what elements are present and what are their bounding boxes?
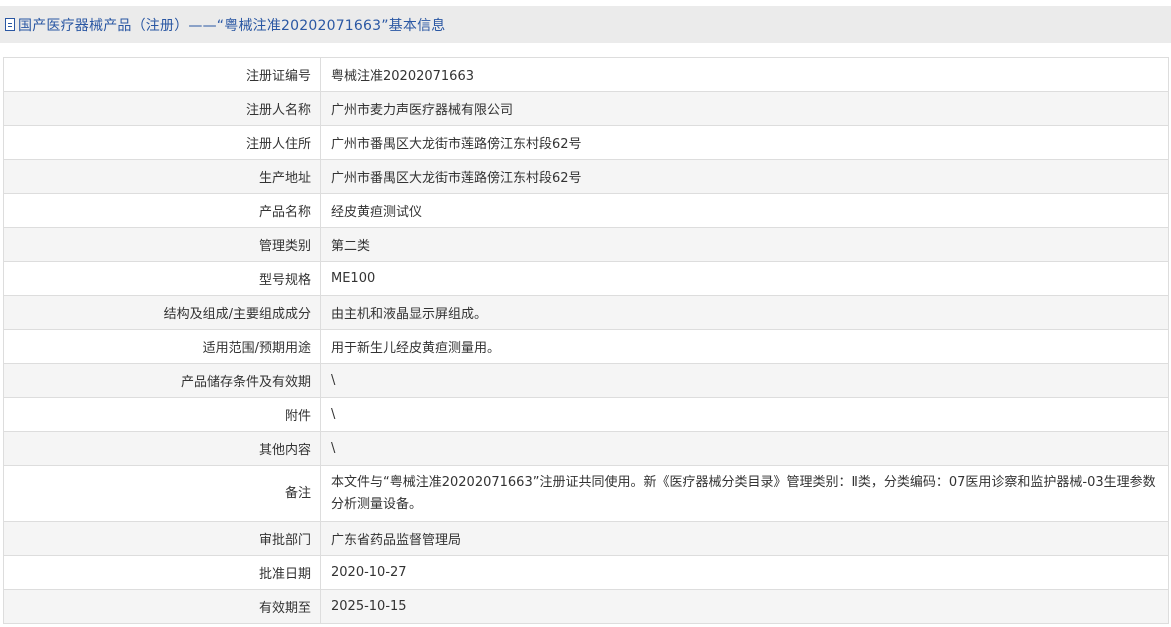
- table-row: 适用范围/预期用途 用于新生儿经皮黄疸测量用。: [3, 329, 1169, 364]
- row-label: 结构及组成/主要组成成分: [3, 295, 321, 330]
- row-value: 广州市番禺区大龙街市莲路傍江东村段62号: [320, 125, 1169, 160]
- row-label: 注册证编号: [3, 57, 321, 92]
- row-value: 用于新生儿经皮黄疸测量用。: [320, 329, 1169, 364]
- table-row: 注册人名称 广州市麦力声医疗器械有限公司: [3, 91, 1169, 126]
- row-value: ME100: [320, 261, 1169, 296]
- row-value: 粤械注准20202071663: [320, 57, 1169, 92]
- page-header: 国产医疗器械产品（注册）——“粤械注准20202071663”基本信息: [0, 6, 1171, 43]
- table-row: 产品名称 经皮黄疸测试仪: [3, 193, 1169, 228]
- row-value: 2025-10-15: [320, 589, 1169, 624]
- page-title: 国产医疗器械产品（注册）——“粤械注准20202071663”基本信息: [18, 17, 446, 34]
- table-row: 产品储存条件及有效期 \: [3, 363, 1169, 398]
- row-label: 产品名称: [3, 193, 321, 228]
- table-row: 注册人住所 广州市番禺区大龙街市莲路傍江东村段62号: [3, 125, 1169, 160]
- row-label: 附件: [3, 397, 321, 432]
- row-value: 广东省药品监督管理局: [320, 521, 1169, 556]
- row-label: 适用范围/预期用途: [3, 329, 321, 364]
- row-value: 经皮黄疸测试仪: [320, 193, 1169, 228]
- row-label: 其他内容: [3, 431, 321, 466]
- row-value: 第二类: [320, 227, 1169, 262]
- row-label: 注册人住所: [3, 125, 321, 160]
- table-row: 生产地址 广州市番禺区大龙街市莲路傍江东村段62号: [3, 159, 1169, 194]
- table-row: 管理类别 第二类: [3, 227, 1169, 262]
- table-row: 审批部门 广东省药品监督管理局: [3, 521, 1169, 556]
- table-row: 附件 \: [3, 397, 1169, 432]
- row-value: 广州市麦力声医疗器械有限公司: [320, 91, 1169, 126]
- row-label: 有效期至: [3, 589, 321, 624]
- registration-info-table: 注册证编号 粤械注准20202071663 注册人名称 广州市麦力声医疗器械有限…: [3, 57, 1169, 624]
- row-label: 注册人名称: [3, 91, 321, 126]
- table-row: 注册证编号 粤械注准20202071663: [3, 57, 1169, 92]
- table-row: 批准日期 2020-10-27: [3, 555, 1169, 590]
- row-value: 广州市番禺区大龙街市莲路傍江东村段62号: [320, 159, 1169, 194]
- row-value: 本文件与“粤械注准20202071663”注册证共同使用。新《医疗器械分类目录》…: [320, 465, 1169, 522]
- row-value: 2020-10-27: [320, 555, 1169, 590]
- row-label: 产品储存条件及有效期: [3, 363, 321, 398]
- table-row: 备注 本文件与“粤械注准20202071663”注册证共同使用。新《医疗器械分类…: [3, 465, 1169, 522]
- row-label: 生产地址: [3, 159, 321, 194]
- document-icon: [5, 18, 15, 31]
- table-row: 有效期至 2025-10-15: [3, 589, 1169, 624]
- row-label: 型号规格: [3, 261, 321, 296]
- row-value: 由主机和液晶显示屏组成。: [320, 295, 1169, 330]
- row-label: 批准日期: [3, 555, 321, 590]
- table-row: 型号规格 ME100: [3, 261, 1169, 296]
- table-row: 其他内容 \: [3, 431, 1169, 466]
- table-row: 结构及组成/主要组成成分 由主机和液晶显示屏组成。: [3, 295, 1169, 330]
- row-value: \: [320, 397, 1169, 432]
- row-label: 审批部门: [3, 521, 321, 556]
- row-value: \: [320, 363, 1169, 398]
- row-label: 管理类别: [3, 227, 321, 262]
- row-label: 备注: [3, 465, 321, 522]
- row-value: \: [320, 431, 1169, 466]
